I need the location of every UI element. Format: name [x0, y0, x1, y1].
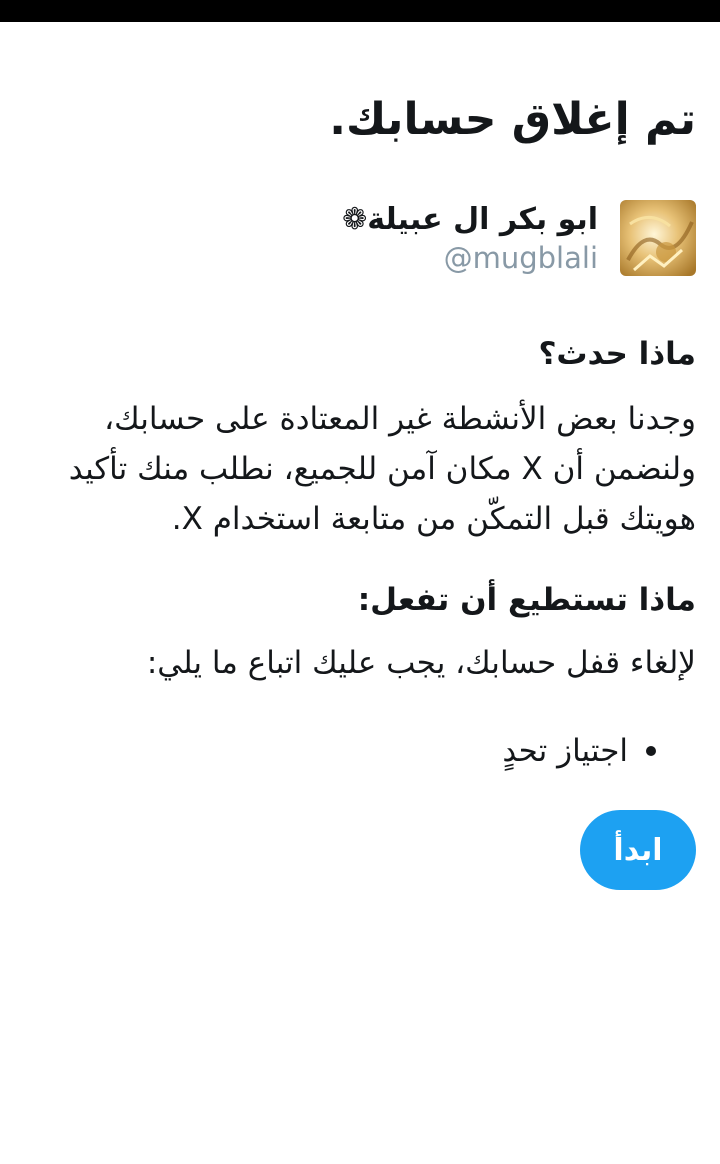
avatar	[620, 200, 696, 276]
what-happened-text: وجدنا بعض الأنشطة غير المعتادة على حسابك…	[68, 401, 696, 537]
account-locked-page: تم إغلاق حسابك. ابو بكر ال عبيلة❁ @mugbl…	[0, 22, 720, 1164]
avatar-image	[620, 200, 696, 276]
what-you-can-do-text: لإلغاء قفل حسابك، يجب عليك اتباع ما يلي:	[146, 645, 696, 681]
start-button[interactable]: ابدأ	[580, 810, 696, 890]
status-bar	[0, 0, 720, 22]
list-item: اجتياز تحدٍ	[502, 726, 656, 776]
bullet-icon	[646, 746, 656, 756]
step-label: اجتياز تحدٍ	[502, 733, 628, 769]
account-card: ابو بكر ال عبيلة❁ @mugblali	[342, 200, 696, 276]
page-title: تم إغلاق حسابك.	[329, 94, 696, 145]
what-happened-heading: ماذا حدث؟	[538, 336, 696, 372]
username: @mugblali	[443, 241, 598, 275]
display-name: ابو بكر ال عبيلة❁	[342, 202, 598, 237]
what-you-can-do-heading: ماذا تستطيع أن تفعل:	[357, 582, 696, 618]
steps-list: اجتياز تحدٍ	[502, 726, 656, 776]
account-info: ابو بكر ال عبيلة❁ @mugblali	[342, 200, 598, 276]
